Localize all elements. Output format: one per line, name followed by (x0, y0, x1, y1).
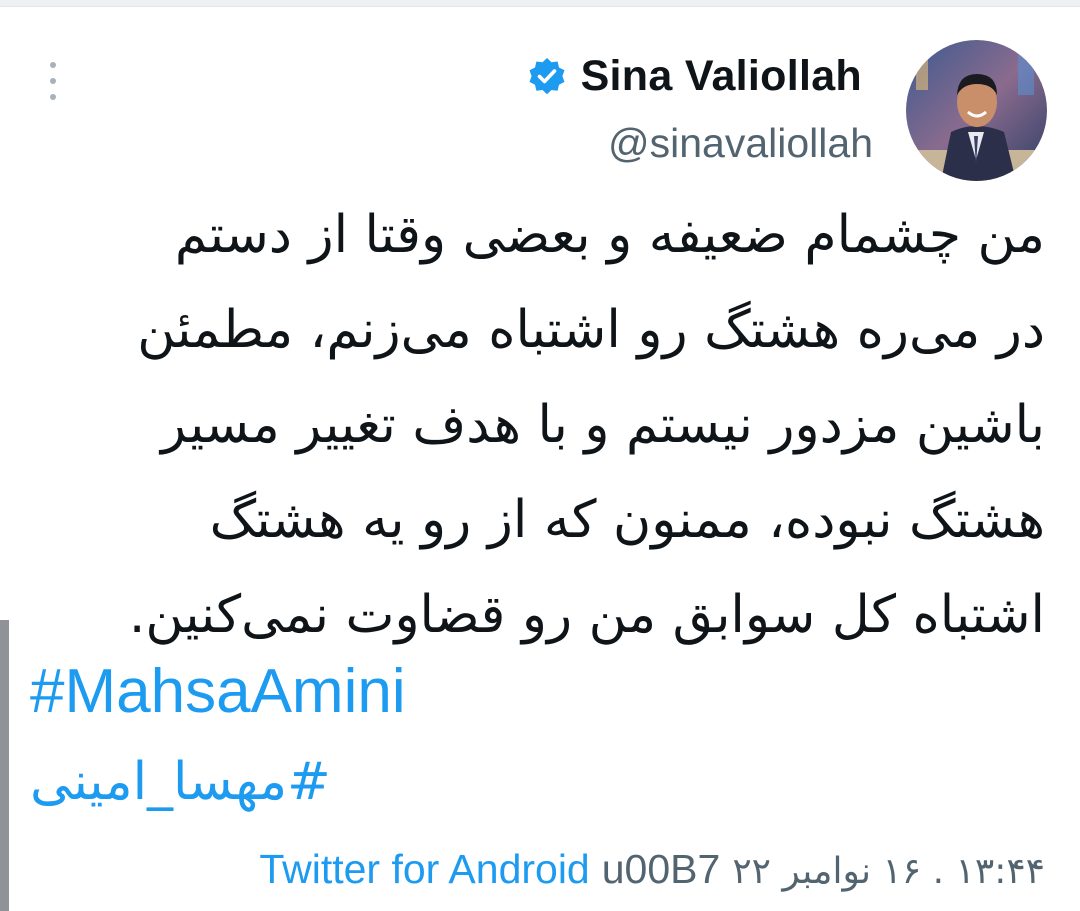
scroll-edge-bar (0, 620, 9, 911)
source-link[interactable]: Twitter for Android (259, 846, 589, 893)
hashtag-link-mahsa-amini-fa[interactable]: #مهسا_امینی (30, 752, 331, 812)
hashtag-link-mahsaamini[interactable]: #MahsaAmini (30, 656, 406, 727)
more-vertical-icon (50, 62, 56, 68)
avatar[interactable] (906, 40, 1047, 181)
top-divider (0, 0, 1080, 7)
tweet-text: من چشمام ضعیفه و بعضی وقتا از دستم در می… (45, 188, 1045, 663)
more-vertical-icon-dot (50, 94, 56, 100)
more-vertical-icon-dot (50, 78, 56, 84)
timestamp[interactable]: ۱۳:۴۴ . ۱۶ نوامبر ۲۲ (732, 851, 1045, 892)
author-handle[interactable]: @sinavaliollah (608, 120, 873, 167)
tweet-text-line: باشین مزدور نیستم و با هدف تغییر مسیر (161, 395, 1045, 455)
tweet-text-line: اشتباه کل سوابق من رو قضاوت نمی‌کنین. (128, 585, 1045, 645)
tweet-text-line: من چشمام ضعیفه و بعضی وقتا از دستم (174, 205, 1045, 265)
tweet-meta: Twitter for Android u00B7 ۱۳:۴۴ . ۱۶ نوا… (259, 846, 1045, 893)
author-display-name[interactable]: Sina Valiollah (581, 52, 862, 101)
more-options-button[interactable] (40, 58, 66, 104)
meta-separator: u00B7 (601, 846, 721, 892)
author-block[interactable]: Sina Valiollah (527, 52, 862, 101)
tweet-text-line: هشتگ نبوده، ممنون که از رو یه هشتگ (209, 490, 1045, 550)
tweet-text-line: در می‌ره هشتگ رو اشتباه می‌زنم، مطمئن (137, 300, 1045, 360)
verified-badge-icon (527, 57, 567, 97)
